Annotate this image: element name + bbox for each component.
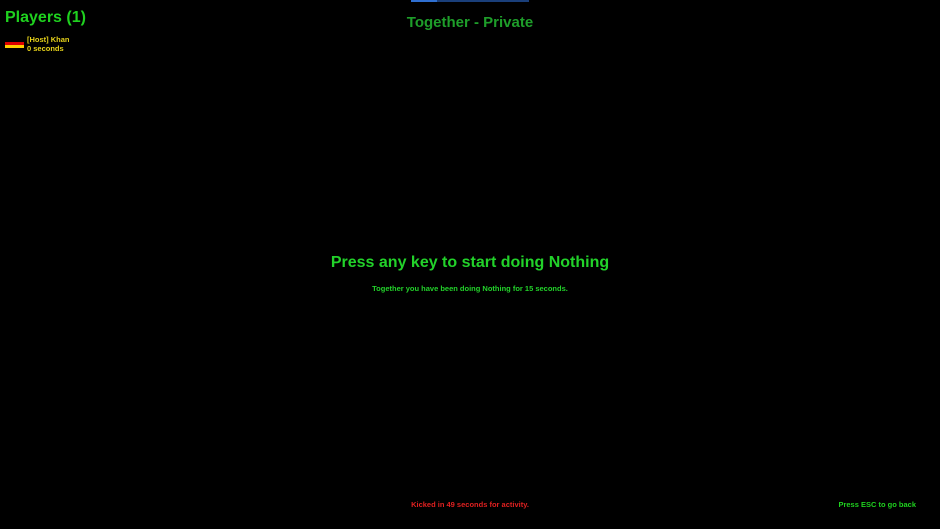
top-accent-highlight [411,0,437,2]
start-prompt: Press any key to start doing Nothing [330,254,610,271]
lobby-title: Together - Private [406,14,534,31]
player-name: [Host] Khan [27,35,70,44]
esc-back-hint: Press ESC to go back [838,500,916,509]
germany-flag-icon [5,39,24,48]
player-time: 0 seconds [27,44,64,53]
flag-stripe-gold [5,45,24,48]
top-accent-bar [411,0,529,2]
kick-warning: Kicked in 49 seconds for activity. [411,500,529,509]
center-message: Press any key to start doing Nothing Tog… [0,254,940,293]
together-duration-text: Together you have been doing Nothing for… [372,284,568,293]
player-info: [Host] Khan 0 seconds [27,35,70,53]
player-row: [Host] Khan 0 seconds [5,35,86,53]
